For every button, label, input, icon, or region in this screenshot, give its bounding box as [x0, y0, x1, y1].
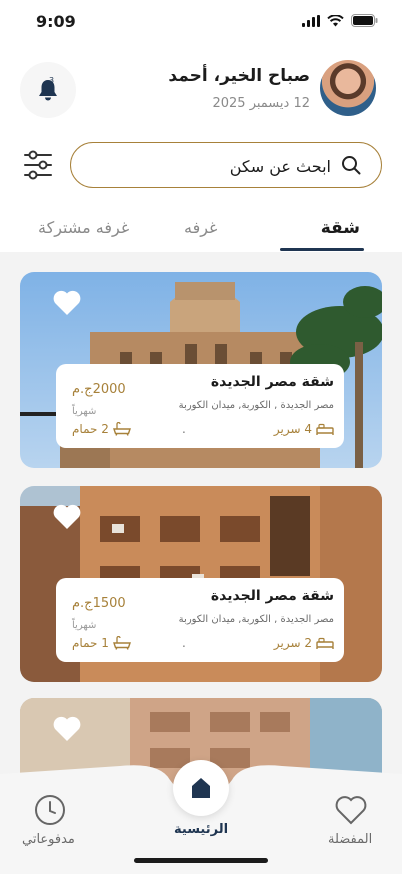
tab-room[interactable]: غرفه [184, 218, 217, 237]
baths-label: 1 حمام [72, 636, 109, 650]
sliders-icon [24, 150, 52, 180]
search-icon [342, 156, 361, 175]
category-tabs: شقة غرفه غرفه مشتركة [0, 212, 402, 252]
search-box[interactable] [70, 142, 382, 188]
nav-home-label[interactable]: الرئيسية [174, 822, 228, 837]
listing-title: شقة مصر الجديدة [210, 588, 334, 604]
separator-dot: . [182, 422, 186, 436]
listing-baths: 1 حمام [72, 636, 131, 650]
listing-info[interactable]: شقة مصر الجديدة مصر الجديدة , الكوربة, م… [56, 364, 344, 448]
favorite-heart-icon[interactable] [52, 714, 82, 742]
listing-period: شهرياً [72, 406, 97, 417]
listing-card[interactable]: شقة مصر الجديدة مصر الجديدة , الكوربة, م… [20, 272, 382, 468]
avatar[interactable] [320, 60, 376, 116]
home-button[interactable] [173, 760, 229, 816]
bell-icon [39, 80, 57, 101]
status-icons [302, 14, 378, 27]
listing-address: مصر الجديدة , الكوربة, ميدان الكوربة [178, 614, 334, 625]
status-time: 9:09 [36, 12, 76, 31]
listing-beds: 2 سرير [274, 636, 334, 650]
listing-info[interactable]: شقة مصر الجديدة مصر الجديدة , الكوربة, م… [56, 578, 344, 662]
signal-icon [302, 14, 320, 27]
favorite-heart-icon[interactable] [52, 502, 82, 530]
tab-indicator [280, 248, 364, 251]
notification-count: 3 [49, 76, 55, 85]
date: 12 ديسمبر 2025 [212, 96, 310, 111]
nav-favorites-label[interactable]: المفضلة [328, 832, 372, 847]
listing-title: شقة مصر الجديدة [210, 374, 334, 390]
separator-dot: . [182, 636, 186, 650]
beds-label: 4 سرير [273, 422, 312, 436]
status-bar: 9:09 [0, 0, 402, 44]
nav-payments-label[interactable]: مدفوعاتي [22, 832, 75, 847]
bathtub-icon [112, 636, 131, 650]
beds-label: 2 سرير [273, 636, 312, 650]
listing-card[interactable]: شقة مصر الجديدة مصر الجديدة , الكوربة, م… [20, 486, 382, 682]
listing-beds: 4 سرير [274, 422, 334, 436]
listing-baths: 2 حمام [72, 422, 131, 436]
filter-button[interactable] [22, 150, 56, 182]
listings-list[interactable]: شقة مصر الجديدة مصر الجديدة , الكوربة, م… [0, 252, 402, 812]
bottom-navigation: الرئيسية المفضلة مدفوعاتي [0, 760, 402, 874]
bed-icon [316, 423, 334, 435]
heart-icon[interactable] [334, 794, 368, 826]
clock-icon[interactable] [34, 794, 66, 826]
home-icon [192, 778, 210, 798]
favorite-heart-icon[interactable] [52, 288, 82, 316]
search-row [0, 142, 402, 190]
listing-price: 2000ج.م [72, 382, 126, 397]
header: صباح الخير، أحمد 12 ديسمبر 2025 3 [0, 56, 402, 126]
bed-icon [316, 637, 334, 649]
bathtub-icon [112, 422, 131, 436]
tab-shared-room[interactable]: غرفه مشتركة [38, 218, 129, 237]
listing-address: مصر الجديدة , الكوربة, ميدان الكوربة [178, 400, 334, 411]
wifi-icon [327, 14, 344, 26]
baths-label: 2 حمام [72, 422, 109, 436]
listing-price: 1500ج.م [72, 596, 126, 611]
greeting: صباح الخير، أحمد [168, 66, 310, 86]
home-indicator [134, 858, 268, 863]
search-input[interactable] [101, 153, 331, 179]
listing-period: شهرياً [72, 620, 97, 631]
notifications-button[interactable]: 3 [20, 62, 76, 118]
battery-icon [351, 14, 378, 27]
tab-apartment[interactable]: شقة [321, 218, 360, 238]
